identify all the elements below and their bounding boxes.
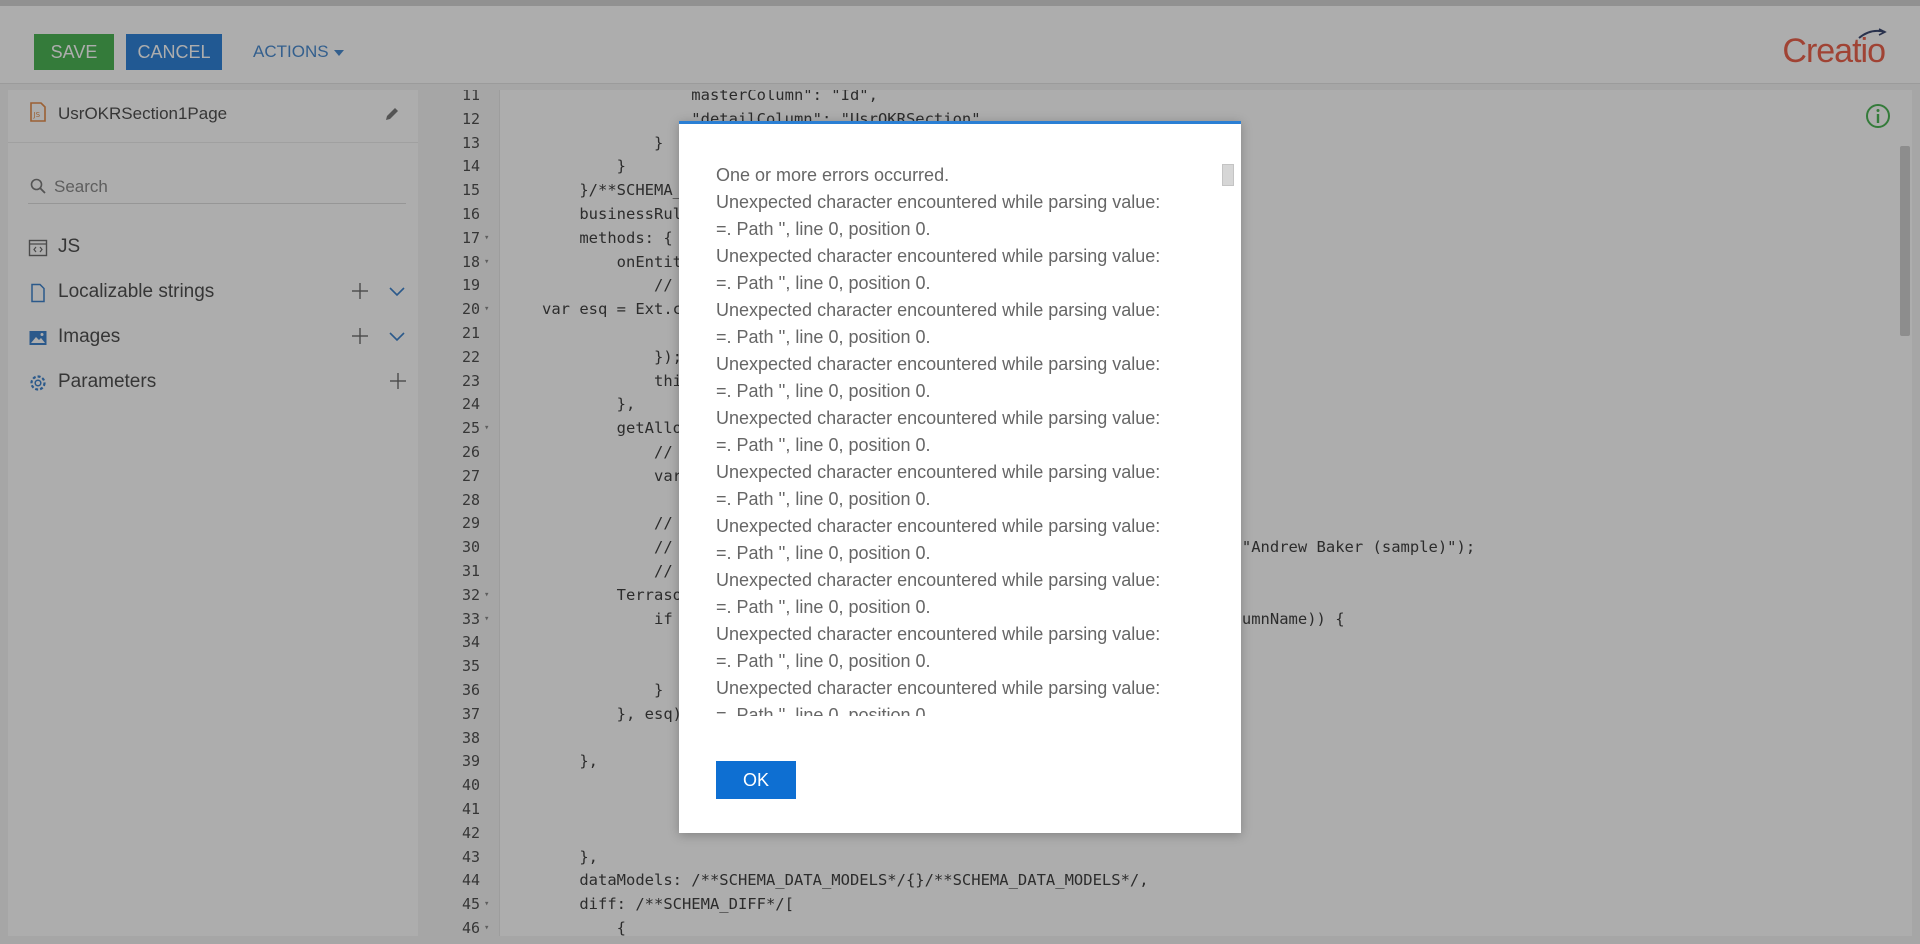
error-message-line: Unexpected character encountered while p… [716, 246, 1161, 266]
dialog-scrollbar[interactable] [1222, 164, 1234, 186]
error-message-line: =. Path '', line 0, position 0. [716, 543, 931, 563]
error-message-line: Unexpected character encountered while p… [716, 192, 1161, 212]
ok-button[interactable]: OK [716, 761, 796, 799]
error-message-line: Unexpected character encountered while p… [716, 354, 1161, 374]
error-dialog: One or more errors occurred. Unexpected … [679, 121, 1241, 833]
error-message-line: =. Path '', line 0, position 0. [716, 651, 931, 671]
error-message-line: =. Path '', line 0, position 0. [716, 219, 931, 239]
error-message-line: Unexpected character encountered while p… [716, 570, 1161, 590]
error-message-body: One or more errors occurred. Unexpected … [716, 162, 1196, 716]
error-message-line: =. Path '', line 0, position 0. [716, 489, 931, 509]
error-message-line: Unexpected character encountered while p… [716, 516, 1161, 536]
error-message-line: Unexpected character encountered while p… [716, 678, 1161, 698]
error-message-line: =. Path '', line 0, position 0. [716, 273, 931, 293]
error-message-line: =. Path '', line 0, position 0. [716, 597, 931, 617]
error-message-line: =. Path '', line 0, position 0. [716, 435, 931, 455]
error-message-line: =. Path '', line 0, position 0. [716, 327, 931, 347]
error-message-line: Unexpected character encountered while p… [716, 300, 1161, 320]
error-message-line: Unexpected character encountered while p… [716, 408, 1161, 428]
error-message-line: Unexpected character encountered while p… [716, 462, 1161, 482]
error-message-line: =. Path '', line 0, position 0. [716, 705, 931, 716]
error-message-line: =. Path '', line 0, position 0. [716, 381, 931, 401]
error-header: One or more errors occurred. [716, 165, 950, 185]
error-message-line: Unexpected character encountered while p… [716, 624, 1161, 644]
